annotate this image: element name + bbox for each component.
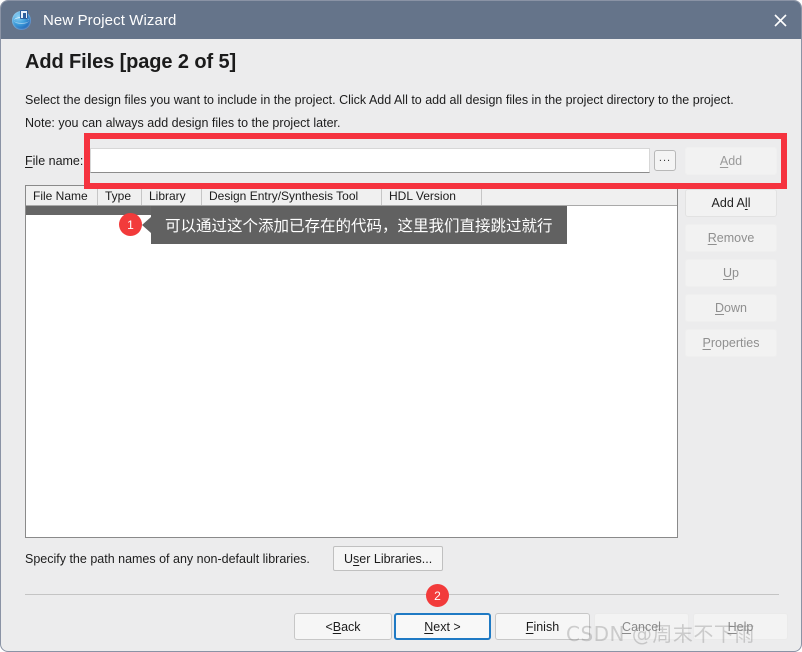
page-title: Add Files [page 2 of 5] (25, 51, 237, 73)
browse-files-button[interactable]: ... (654, 150, 676, 171)
next-button[interactable]: Next > (394, 613, 491, 640)
cancel-button[interactable]: Cancel (594, 613, 689, 640)
label-after: roperties (710, 336, 760, 350)
table-column-header[interactable]: Design Entry/Synthesis Tool (202, 186, 382, 205)
new-project-wizard-dialog: New Project Wizard Add Files [page 2 of … (0, 0, 802, 652)
description-line-2: Note: you can always add design files to… (25, 116, 341, 130)
label-after: ancel (631, 619, 661, 634)
label-before: Add A (711, 196, 745, 210)
user-libraries-button[interactable]: Us er Libraries... (333, 546, 444, 571)
add-button-mnemonic: A (719, 154, 729, 168)
table-column-header[interactable]: HDL Version (382, 186, 482, 205)
annotation-badge-2: 2 (426, 584, 449, 607)
label-mnemonic: U (723, 266, 733, 280)
table-column-header[interactable]: File Name (26, 186, 98, 205)
file-name-label-mnemonic: F (25, 154, 33, 168)
label-after: ack (341, 619, 361, 634)
add-button[interactable]: Add (685, 147, 777, 175)
file-name-input[interactable] (90, 148, 650, 173)
label-after: emove (716, 231, 755, 245)
label-after: own (724, 301, 747, 315)
footer-divider (25, 594, 779, 595)
annotation-callout: 可以通过这个添加已存在的代码，这里我们直接跳过就行 (142, 206, 567, 244)
label-mnemonic: B (332, 619, 342, 634)
user-libraries-before: U (344, 551, 354, 566)
label-after: inish (533, 619, 560, 634)
label-after: l (747, 196, 751, 210)
label-mnemonic: H (727, 619, 737, 634)
user-libraries-after: er Libraries... (359, 551, 433, 566)
table-column-header[interactable]: Library (142, 186, 202, 205)
label-after: elp (736, 619, 754, 634)
close-icon[interactable] (757, 1, 801, 39)
finish-button[interactable]: Finish (495, 613, 590, 640)
properties-button[interactable]: Properties (685, 329, 777, 357)
help-button[interactable]: Help (693, 613, 788, 640)
label-mnemonic: P (702, 336, 711, 350)
label-after: ext > (433, 619, 461, 634)
back-button[interactable]: < Back (294, 613, 392, 640)
add-all-button[interactable]: Add All (685, 189, 777, 217)
label-mnemonic: N (424, 619, 434, 634)
title-bar: New Project Wizard (1, 1, 801, 39)
file-name-label-rest: ile name: (32, 154, 84, 168)
label-after: p (732, 266, 739, 280)
table-header-row: File Name Type Library Design Entry/Synthes… (26, 186, 677, 206)
label-mnemonic: R (707, 231, 717, 245)
user-libraries-hint: Specify the path names of any non-defaul… (25, 552, 310, 566)
remove-button[interactable]: Remove (685, 224, 777, 252)
label-mnemonic: C (622, 619, 632, 634)
label-mnemonic: D (715, 301, 725, 315)
quartus-globe-icon (12, 9, 34, 31)
window-title: New Project Wizard (43, 11, 177, 29)
label-mnemonic: F (525, 619, 534, 634)
file-name-label: File name: (25, 154, 83, 168)
down-button[interactable]: Down (685, 294, 777, 322)
up-button[interactable]: Up (685, 259, 777, 287)
table-column-header[interactable]: Type (98, 186, 142, 205)
add-button-rest: dd (728, 154, 743, 168)
description-line-1: Select the design files you want to incl… (25, 93, 734, 107)
table-body[interactable] (26, 206, 677, 537)
table-column-header[interactable] (482, 186, 677, 205)
label-before: < (325, 619, 333, 634)
annotation-badge-1: 1 (119, 213, 142, 236)
